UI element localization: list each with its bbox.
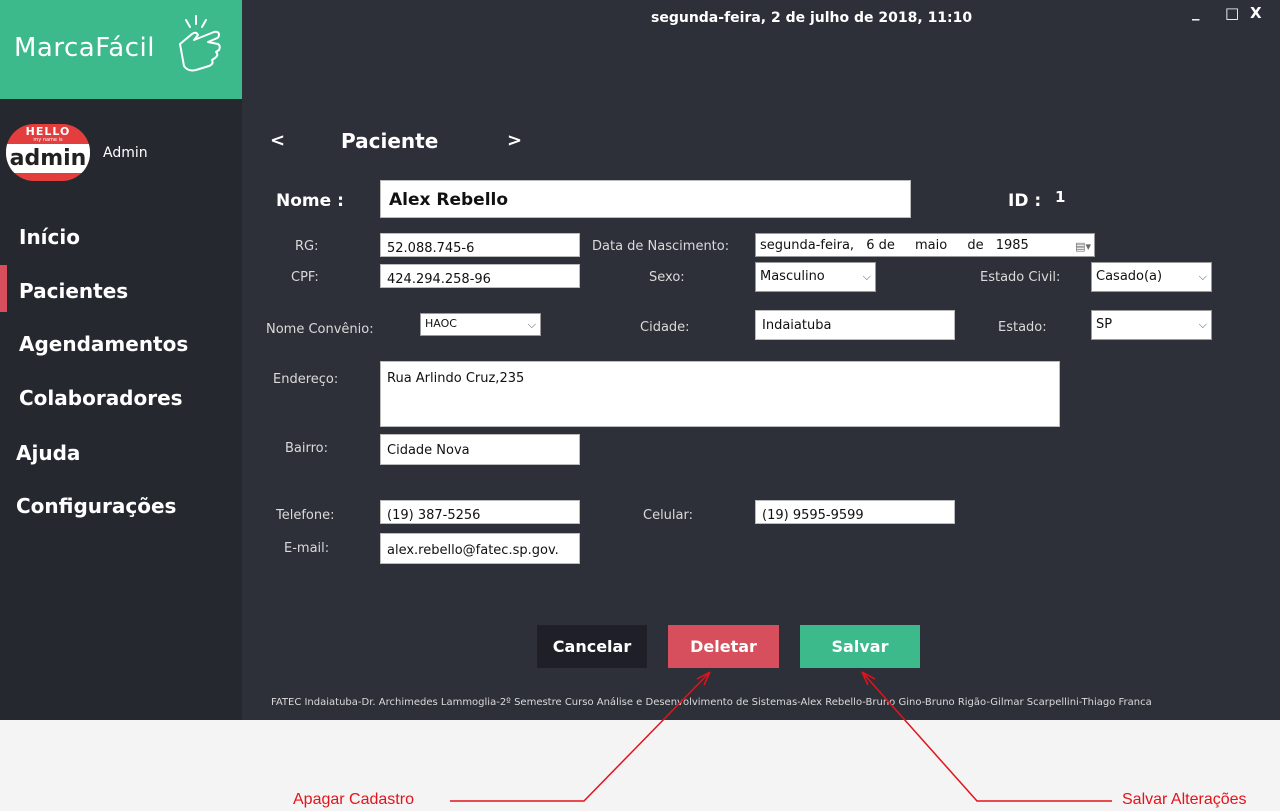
annotation-arrows bbox=[450, 671, 1112, 802]
annotation-salvar-alteracoes: Salvar Alterações bbox=[1122, 791, 1247, 808]
annotation-apagar-cadastro: Apagar Cadastro bbox=[293, 791, 414, 808]
